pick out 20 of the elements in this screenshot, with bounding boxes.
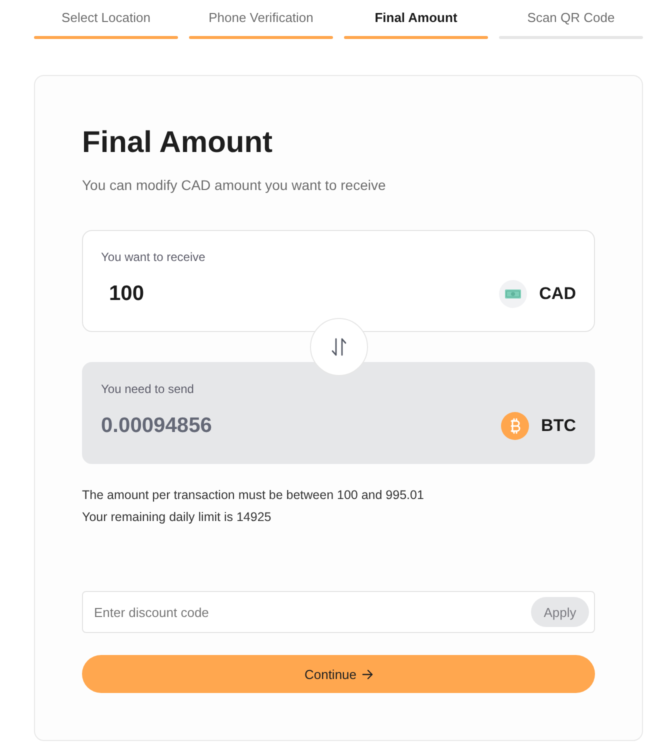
limit-note: Your remaining daily limit is 14925: [82, 509, 272, 526]
amount-label: You want to receive: [101, 249, 206, 265]
step-tab[interactable]: Final Amount: [344, 0, 488, 39]
amount-field[interactable]: 100: [101, 279, 500, 309]
banknote-icon: [499, 280, 528, 308]
swap-arrows-icon: [330, 338, 346, 356]
step-tab[interactable]: Scan QR Code: [499, 0, 643, 39]
apply-button[interactable]: Apply: [531, 597, 589, 627]
currency-code: CAD: [539, 284, 576, 304]
bitcoin-icon: [501, 412, 530, 440]
step-tab[interactable]: Phone Verification: [189, 0, 333, 39]
continue-button[interactable]: Continue: [82, 655, 595, 693]
limit-note: The amount per transaction must be between 100 and 995.01: [82, 487, 425, 504]
amount-value: 0.00094856: [101, 413, 213, 439]
step-tab[interactable]: Select Location: [34, 0, 178, 39]
page-subtitle: You can modify CAD amount you want to receive: [82, 176, 387, 195]
page-title: Final Amount: [82, 125, 274, 161]
arrow-right-icon: [362, 668, 373, 680]
currency-code: BTC: [541, 416, 576, 436]
amount-label: You need to send: [101, 381, 194, 397]
